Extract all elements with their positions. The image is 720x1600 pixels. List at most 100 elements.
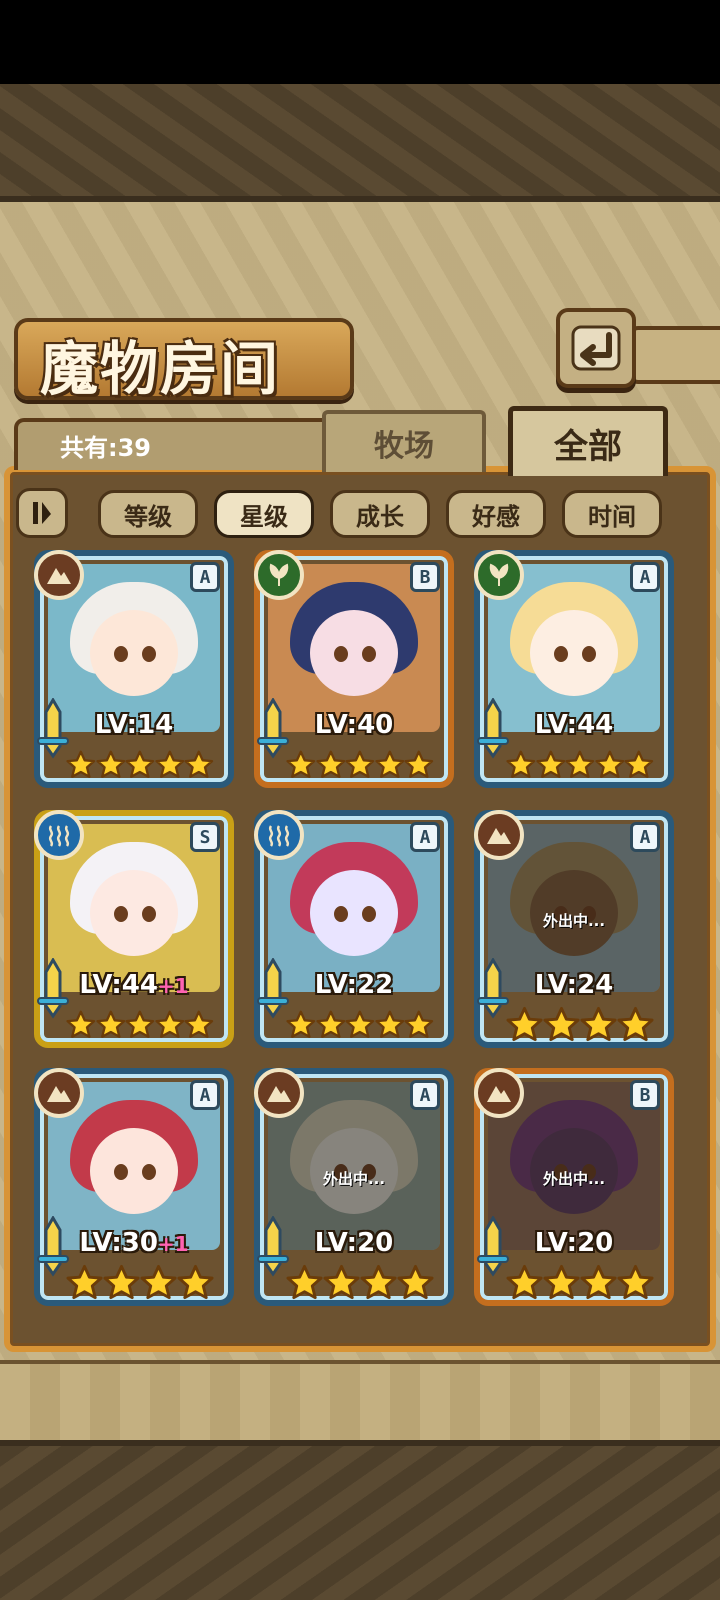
- monster-level: LV:44+1: [79, 970, 189, 1000]
- earth-element-icon: [254, 1068, 304, 1118]
- star-icon: [184, 750, 214, 778]
- star-rating: [66, 746, 214, 786]
- monster-card[interactable]: A LV:22: [254, 810, 454, 1048]
- star-icon: [66, 1010, 96, 1038]
- star-icon: [95, 1010, 125, 1038]
- star-icon: [125, 750, 155, 778]
- sort-order-icon: [33, 502, 51, 524]
- map-background-bottom: [0, 1440, 720, 1600]
- star-rating: [506, 1264, 654, 1304]
- rarity-badge: A: [630, 562, 660, 592]
- earth-element-icon: [474, 810, 524, 860]
- star-icon: [155, 1010, 185, 1038]
- rarity-badge: A: [410, 1080, 440, 1110]
- star-icon: [580, 1006, 617, 1042]
- monster-level: LV:30+1: [79, 1228, 189, 1258]
- monster-level: LV:44: [534, 710, 614, 740]
- star-icon: [375, 1010, 405, 1038]
- star-icon: [66, 750, 96, 778]
- monster-count: 共有:39: [60, 434, 151, 462]
- star-icon: [543, 1264, 580, 1300]
- star-icon: [95, 750, 125, 778]
- sort-star-button[interactable]: 星级: [214, 490, 314, 538]
- rarity-badge: B: [410, 562, 440, 592]
- star-icon: [140, 1264, 177, 1300]
- star-rating: [286, 1264, 434, 1304]
- star-icon: [506, 1006, 543, 1042]
- map-background-top: [0, 84, 720, 202]
- water-element-icon: [34, 810, 84, 860]
- star-icon: [397, 1264, 434, 1300]
- sort-growth-button[interactable]: 成长: [330, 490, 430, 538]
- star-icon: [506, 1264, 543, 1300]
- star-icon: [315, 1010, 345, 1038]
- earth-element-icon: [474, 1068, 524, 1118]
- star-icon: [155, 750, 185, 778]
- star-icon: [66, 1264, 103, 1300]
- sort-affection-button[interactable]: 好感: [446, 490, 546, 538]
- star-icon: [315, 750, 345, 778]
- star-rating: [506, 1006, 654, 1046]
- monster-card[interactable]: S LV:44+1: [34, 810, 234, 1048]
- star-icon: [404, 750, 434, 778]
- monster-card[interactable]: B 外出中... LV:20: [474, 1068, 674, 1306]
- star-rating: [66, 1006, 214, 1046]
- sort-time-button[interactable]: 时间: [562, 490, 662, 538]
- star-rating: [286, 746, 434, 786]
- monster-card[interactable]: A LV:14: [34, 550, 234, 788]
- star-icon: [506, 750, 536, 778]
- monster-card[interactable]: B LV:40: [254, 550, 454, 788]
- rarity-badge: B: [630, 1080, 660, 1110]
- monster-level: LV:20: [534, 1228, 614, 1258]
- monster-level: LV:24: [534, 970, 614, 1000]
- tab-all[interactable]: 全部: [508, 406, 668, 476]
- star-icon: [404, 1010, 434, 1038]
- monster-card[interactable]: A 外出中... LV:20: [254, 1068, 454, 1306]
- return-arrow-icon: [571, 325, 621, 371]
- monster-card[interactable]: A LV:30+1: [34, 1068, 234, 1306]
- star-icon: [360, 1264, 397, 1300]
- page-title: 魔物房间: [40, 335, 281, 403]
- monster-level: LV:22: [314, 970, 394, 1000]
- rarity-badge: A: [630, 822, 660, 852]
- star-icon: [345, 750, 375, 778]
- star-icon: [184, 1010, 214, 1038]
- star-icon: [177, 1264, 214, 1300]
- tab-ranch[interactable]: 牧场: [322, 410, 486, 472]
- star-icon: [345, 1010, 375, 1038]
- star-icon: [286, 1264, 323, 1300]
- monster-level: LV:14: [94, 710, 174, 740]
- star-rating: [506, 746, 654, 786]
- star-icon: [535, 750, 565, 778]
- away-status-label: 外出中...: [542, 1170, 606, 1188]
- star-icon: [323, 1264, 360, 1300]
- monster-level: LV:20: [314, 1228, 394, 1258]
- away-status-label: 外出中...: [322, 1170, 386, 1188]
- star-icon: [565, 750, 595, 778]
- panel-footer: [0, 1360, 720, 1440]
- star-icon: [286, 1010, 316, 1038]
- star-icon: [617, 1264, 654, 1300]
- star-icon: [125, 1010, 155, 1038]
- star-icon: [580, 1264, 617, 1300]
- star-icon: [103, 1264, 140, 1300]
- star-icon: [543, 1006, 580, 1042]
- status-bar: [0, 0, 720, 84]
- monster-card[interactable]: A 外出中... LV:24: [474, 810, 674, 1048]
- monster-level: LV:40: [314, 710, 394, 740]
- sort-level-button[interactable]: 等级: [98, 490, 198, 538]
- rarity-badge: A: [410, 822, 440, 852]
- star-rating: [286, 1006, 434, 1046]
- monster-card[interactable]: A LV:44: [474, 550, 674, 788]
- rarity-badge: A: [190, 1080, 220, 1110]
- rarity-badge: S: [190, 822, 220, 852]
- earth-element-icon: [34, 550, 84, 600]
- star-icon: [286, 750, 316, 778]
- water-element-icon: [254, 810, 304, 860]
- star-rating: [66, 1264, 214, 1304]
- back-button[interactable]: [556, 308, 636, 388]
- sort-order-toggle[interactable]: [16, 488, 68, 538]
- earth-element-icon: [34, 1068, 84, 1118]
- star-icon: [375, 750, 405, 778]
- away-status-label: 外出中...: [542, 912, 606, 930]
